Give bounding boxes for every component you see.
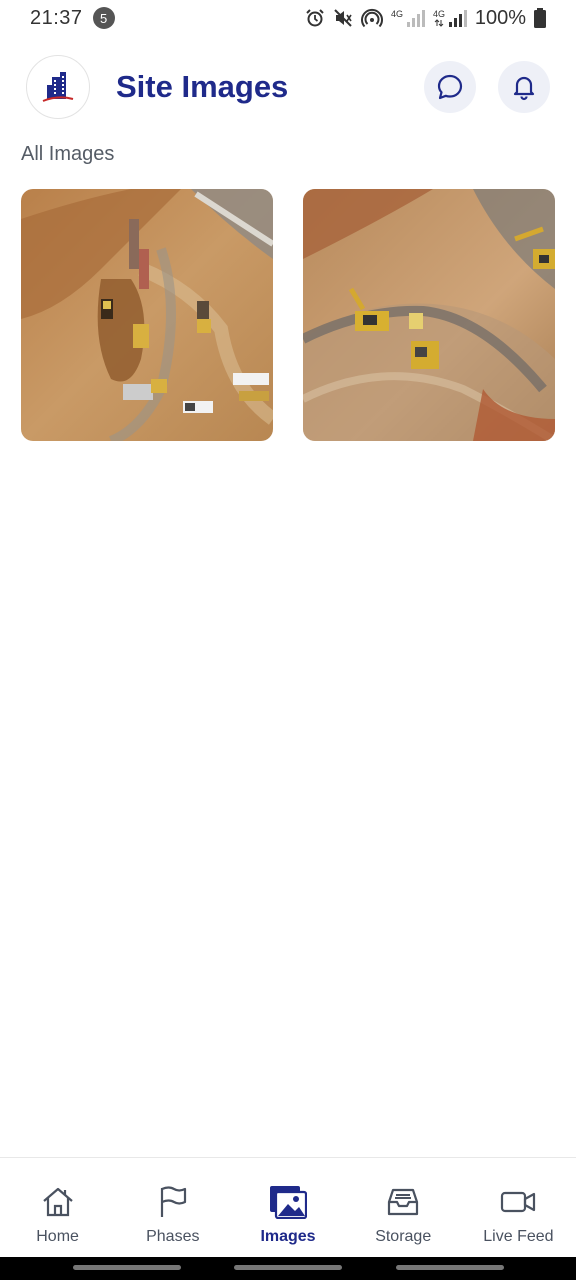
home-icon	[42, 1187, 73, 1217]
battery-percent: 100%	[474, 6, 526, 29]
status-bar: 21:37 5 4G 4G 100%	[0, 0, 576, 36]
notification-count-badge: 5	[92, 7, 115, 29]
nav-item-images[interactable]: Images	[230, 1158, 345, 1257]
system-home-handle[interactable]	[234, 1265, 342, 1270]
building-logo-icon[interactable]	[26, 55, 90, 119]
notifications-button[interactable]	[498, 61, 550, 113]
section-label: All Images	[21, 143, 115, 165]
page-title: Site Images	[116, 69, 289, 104]
hotspot-icon	[360, 8, 383, 28]
app-header: Site Images	[26, 55, 550, 119]
status-left: 21:37 5	[30, 7, 115, 30]
image-grid	[21, 189, 555, 441]
image-gallery-icon	[270, 1186, 307, 1219]
svg-text:4G: 4G	[433, 9, 445, 19]
chat-bubble-icon	[437, 74, 463, 100]
nav-item-home[interactable]: Home	[0, 1158, 115, 1257]
nav-label-live-feed: Live Feed	[483, 1228, 554, 1245]
signal-4g-icon-2: 4G	[433, 9, 467, 27]
battery-icon	[534, 8, 546, 28]
status-time: 21:37	[30, 6, 83, 29]
video-camera-icon	[501, 1191, 536, 1213]
system-back-handle[interactable]	[73, 1265, 181, 1270]
system-recents-handle[interactable]	[396, 1265, 504, 1270]
construction-site-image-2[interactable]	[303, 189, 555, 441]
svg-text:4G: 4G	[391, 9, 403, 19]
status-right: 4G 4G 100%	[305, 7, 546, 30]
bottom-navigation: Home Phases Images Storage Live Feed	[0, 1157, 576, 1257]
nav-label-storage: Storage	[375, 1228, 432, 1245]
nav-item-storage[interactable]: Storage	[346, 1158, 461, 1257]
nav-label-images: Images	[260, 1228, 316, 1245]
nav-label-home: Home	[36, 1228, 79, 1245]
construction-site-image-1[interactable]	[21, 189, 273, 441]
bell-icon	[513, 76, 535, 101]
system-navigation-bar	[0, 1257, 576, 1280]
mute-icon	[334, 9, 352, 27]
nav-item-live-feed[interactable]: Live Feed	[461, 1158, 576, 1257]
chat-button[interactable]	[424, 61, 476, 113]
inbox-tray-icon	[388, 1188, 419, 1216]
nav-label-phases: Phases	[146, 1228, 200, 1245]
flag-icon	[160, 1186, 186, 1217]
nav-item-phases[interactable]: Phases	[115, 1158, 230, 1257]
alarm-icon	[306, 9, 324, 27]
signal-4g-icon: 4G	[391, 9, 425, 27]
